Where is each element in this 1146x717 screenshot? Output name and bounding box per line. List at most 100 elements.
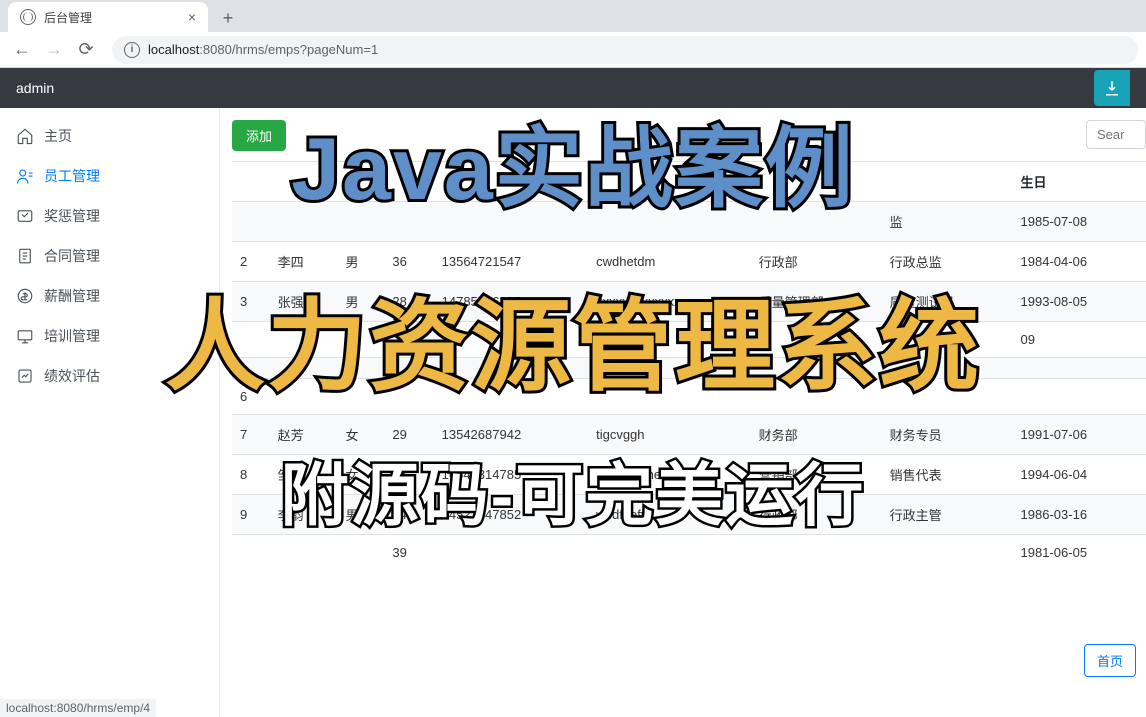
table-row[interactable]: 9李韵男3414523147852wsdfgefv行政部行政主管1986-03-… <box>232 495 1146 535</box>
table-row[interactable]: 2李四男3613564721547cwdhetdm行政部行政总监1984-04-… <box>232 242 1146 282</box>
cell-name: 李韵 <box>270 495 338 535</box>
add-button[interactable]: 添加 <box>232 120 286 151</box>
table-row[interactable]: 3张强男2814785426357xxxxxxxxxxxxx质量管理部质量测试员… <box>232 282 1146 322</box>
cell-id: 2 <box>232 242 270 282</box>
cell-gender <box>337 358 384 379</box>
user-icon <box>16 167 34 185</box>
cell-phone <box>434 202 588 242</box>
cell-birthday: 1981-06-05 <box>1013 535 1146 571</box>
cell-age <box>384 379 433 415</box>
table-row[interactable]: 8邹好女2616542314785ghskcbwhe营销部销售代表1994-06… <box>232 455 1146 495</box>
cell-dept: 行政部 <box>751 495 882 535</box>
cell-age <box>384 358 433 379</box>
url-text: localhost:8080/hrms/emps?pageNum=1 <box>148 42 378 57</box>
cell-name <box>270 202 338 242</box>
cell-id <box>232 322 270 358</box>
url-host: localhost <box>148 42 199 57</box>
cell-position: 行政主管 <box>882 495 1013 535</box>
cell-position <box>882 322 1013 358</box>
cell-email <box>588 358 750 379</box>
sidebar-item-home[interactable]: 主页 <box>0 116 219 156</box>
cell-dept <box>751 322 882 358</box>
table-row[interactable]: 7赵芳女2913542687942tigcvggh财务部财务专员1991-07-… <box>232 415 1146 455</box>
cell-age: 26 <box>384 455 433 495</box>
first-page-button[interactable]: 首页 <box>1084 644 1136 677</box>
col-dept <box>751 162 882 202</box>
col-birthday: 生日 <box>1013 162 1146 202</box>
cell-position: 行政总监 <box>882 242 1013 282</box>
col-age <box>384 162 433 202</box>
cell-dept: 行政部 <box>751 242 882 282</box>
table-row[interactable]: 监1985-07-08 <box>232 202 1146 242</box>
cell-position: 监 <box>882 202 1013 242</box>
cell-name: 张强 <box>270 282 338 322</box>
training-icon <box>16 327 34 345</box>
cell-age <box>384 202 433 242</box>
col-name <box>270 162 338 202</box>
url-port: :8080 <box>199 42 232 57</box>
search-input[interactable] <box>1086 120 1146 149</box>
cell-email: wsdfgefv <box>588 495 750 535</box>
table-row[interactable]: 39 1981-06-05 <box>232 535 1146 571</box>
cell-dept <box>751 358 882 379</box>
sidebar-item-salary[interactable]: 薪酬管理 <box>0 276 219 316</box>
cell-phone <box>434 358 588 379</box>
cell-email: ghskcbwhe <box>588 455 750 495</box>
sidebar-item-label: 合同管理 <box>44 246 100 266</box>
cell-id <box>232 358 270 379</box>
sidebar-item-label: 绩效评估 <box>44 366 100 386</box>
cell-phone: 14523147852 <box>434 495 588 535</box>
forward-button[interactable]: → <box>40 36 68 64</box>
sidebar-item-employee[interactable]: 员工管理 <box>0 156 219 196</box>
cell-gender <box>337 322 384 358</box>
address-bar[interactable]: i localhost:8080/hrms/emps?pageNum=1 <box>112 36 1138 64</box>
table-row[interactable]: 09 <box>232 322 1146 358</box>
col-position <box>882 162 1013 202</box>
cell-birthday <box>1013 358 1146 379</box>
contract-icon <box>16 247 34 265</box>
cell-email: tigcvggh <box>588 415 750 455</box>
cell-name <box>270 322 338 358</box>
cell-position: 质量测试员 <box>882 282 1013 322</box>
cell-birthday <box>1013 379 1146 415</box>
sidebar-item-reward[interactable]: 奖惩管理 <box>0 196 219 236</box>
home-icon <box>16 127 34 145</box>
table-row[interactable]: 6 <box>232 379 1146 415</box>
back-button[interactable]: ← <box>8 36 36 64</box>
cell-age: 39 <box>384 535 433 571</box>
current-user[interactable]: admin <box>16 80 54 96</box>
search-box <box>1086 120 1146 149</box>
status-bar: localhost:8080/hrms/emp/4 <box>0 699 156 717</box>
cell-age: 34 <box>384 495 433 535</box>
download-icon <box>1103 79 1121 97</box>
cell-position <box>882 379 1013 415</box>
cell-gender <box>337 202 384 242</box>
cell-phone: 13564721547 <box>434 242 588 282</box>
cell-position: 销售代表 <box>882 455 1013 495</box>
sidebar-item-contract[interactable]: 合同管理 <box>0 236 219 276</box>
cell-name <box>270 535 338 571</box>
download-button[interactable] <box>1094 70 1130 106</box>
new-tab-button[interactable]: + <box>214 4 242 32</box>
info-icon[interactable]: i <box>124 42 140 58</box>
cell-position <box>882 535 1013 571</box>
close-icon[interactable]: × <box>188 9 196 25</box>
cell-id <box>232 535 270 571</box>
cell-phone <box>434 535 588 571</box>
browser-tab[interactable]: 后台管理 × <box>8 2 208 32</box>
cell-birthday: 1991-07-06 <box>1013 415 1146 455</box>
cell-name: 邹好 <box>270 455 338 495</box>
sidebar-item-training[interactable]: 培训管理 <box>0 316 219 356</box>
cell-gender: 男 <box>337 282 384 322</box>
salary-icon <box>16 287 34 305</box>
reward-icon <box>16 207 34 225</box>
cell-id: 3 <box>232 282 270 322</box>
sidebar-item-label: 主页 <box>44 126 72 146</box>
cell-gender: 男 <box>337 242 384 282</box>
cell-birthday: 1984-04-06 <box>1013 242 1146 282</box>
reload-button[interactable]: ⟳ <box>72 36 100 64</box>
cell-id: 8 <box>232 455 270 495</box>
cell-name <box>270 358 338 379</box>
table-row[interactable] <box>232 358 1146 379</box>
sidebar-item-performance[interactable]: 绩效评估 <box>0 356 219 396</box>
